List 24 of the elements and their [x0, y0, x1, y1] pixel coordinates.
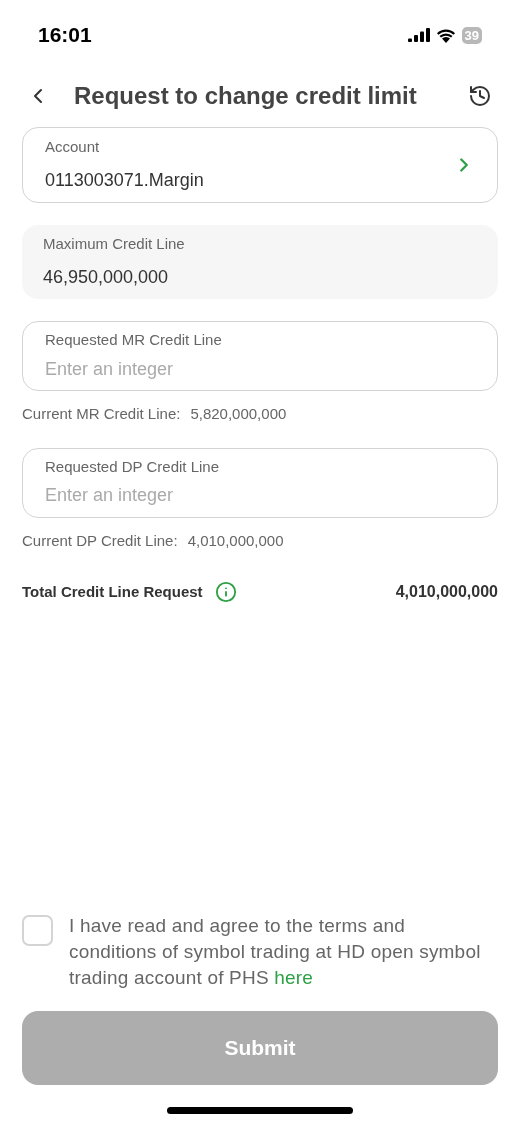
wifi-icon	[435, 27, 456, 43]
battery-indicator: 39	[461, 26, 482, 44]
status-time: 16:01	[38, 22, 92, 49]
total-value: 4,010,000,000	[395, 582, 498, 602]
current-line-label: Current MR Credit Line:	[22, 404, 181, 424]
credit-line-field[interactable]: Requested DP Credit Line Enter an integer	[22, 447, 498, 518]
current-line-value: 5,820,000,000	[190, 404, 287, 424]
page-title: Request to change credit limit	[74, 81, 418, 111]
field-label: Maximum Credit Line	[43, 234, 186, 255]
credit-line-field[interactable]: Requested MR Credit Line Enter an integer	[22, 321, 498, 391]
total-label: Total Credit Line Request	[22, 581, 203, 602]
agreement-text: I have read and agree to the terms and conditions of symbol trading at HD open symbol trading account of PHS here	[69, 914, 482, 990]
account-selector[interactable]: Account 0113003071.Margin	[22, 127, 498, 203]
agree-checkbox[interactable]	[22, 915, 53, 946]
credit-line-input[interactable]: Enter an integer	[45, 355, 475, 383]
current-line-label: Current DP Credit Line:	[22, 530, 178, 551]
field-value: 46,950,000,000	[43, 265, 170, 289]
signal-icon	[407, 28, 430, 42]
info-icon[interactable]	[214, 581, 237, 603]
current-line-value: 4,010,000,000	[187, 530, 284, 551]
terms-link[interactable]: here	[274, 967, 314, 988]
credit-line-input[interactable]: Enter an integer	[45, 482, 475, 510]
field-label: Requested MR Credit Line	[45, 330, 223, 351]
field-label: Requested DP Credit Line	[45, 456, 220, 477]
